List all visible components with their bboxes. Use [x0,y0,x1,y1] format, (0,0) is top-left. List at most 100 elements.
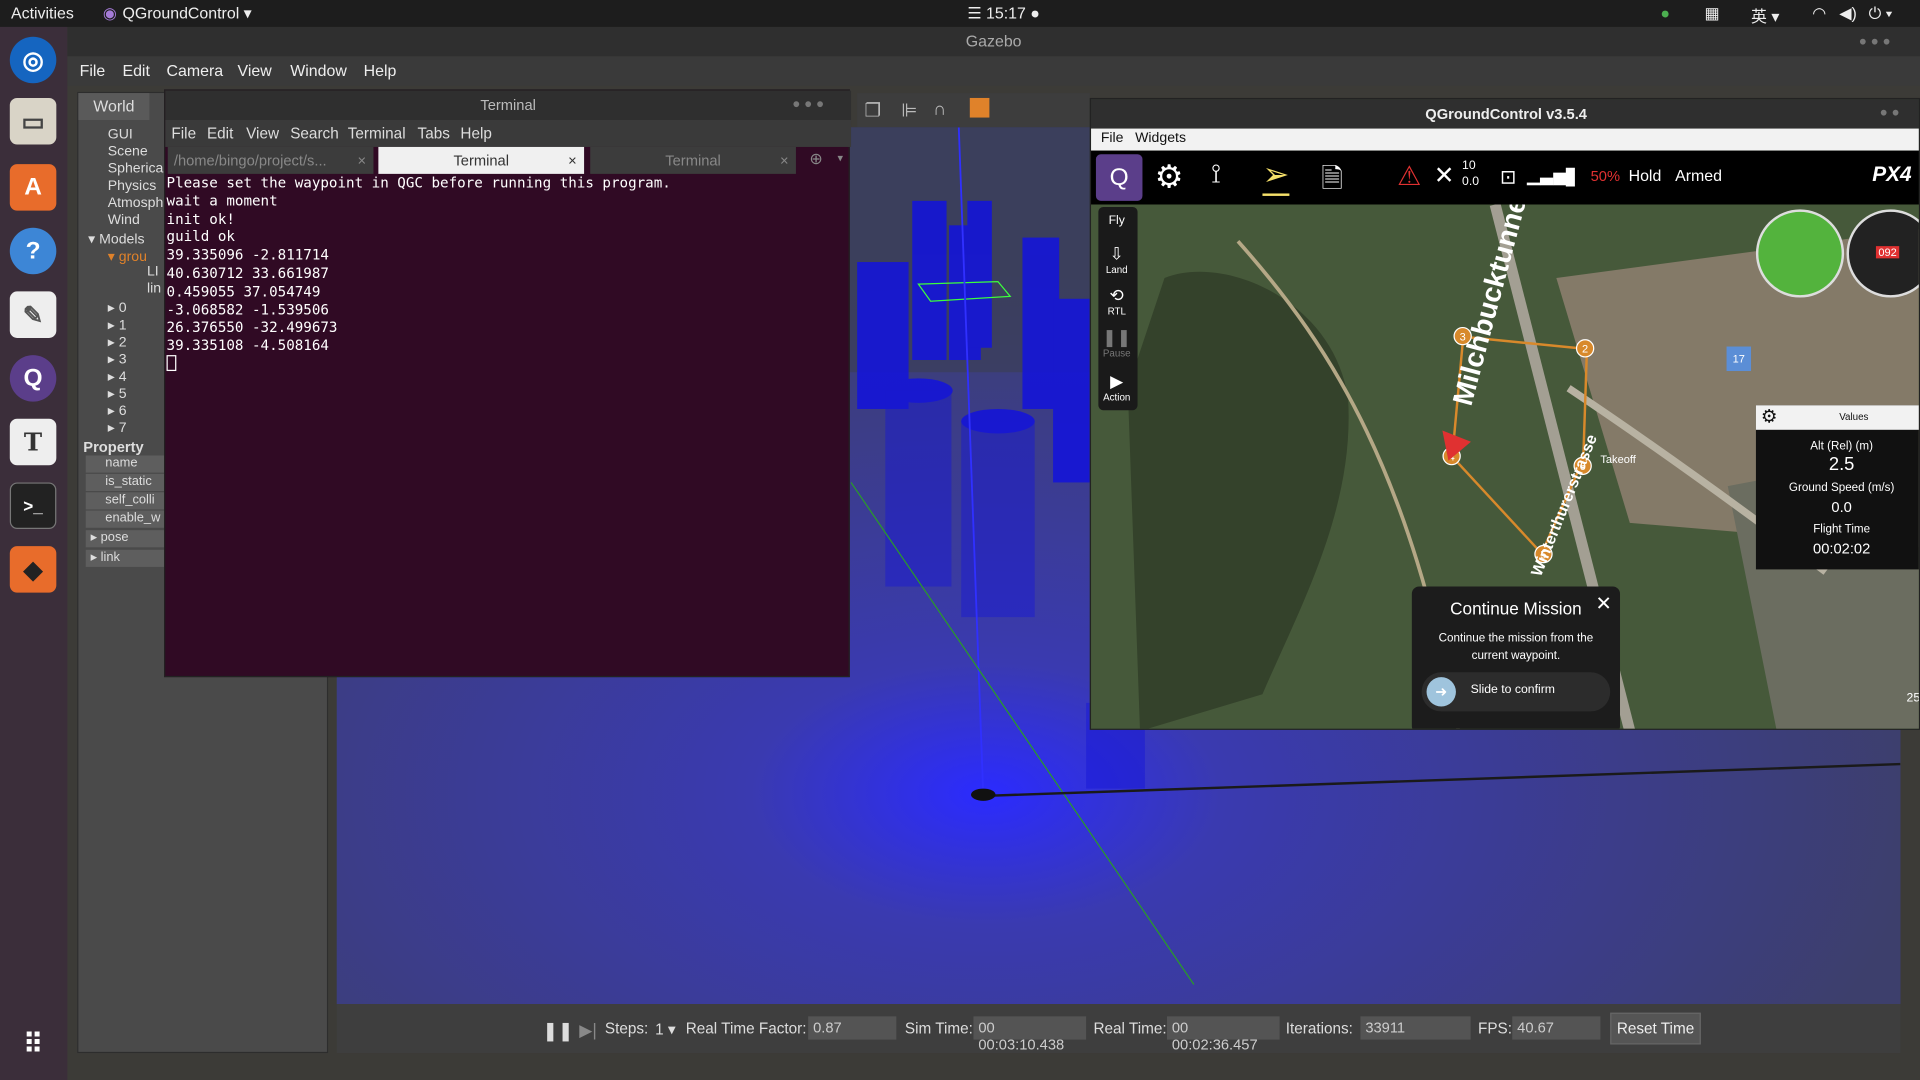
close-icon[interactable]: × [568,147,577,174]
tree-item-1[interactable]: ▸ 1 [108,316,127,333]
typora-icon[interactable]: T [9,418,57,466]
volume-icon[interactable]: ◀) [1839,4,1857,24]
wifi-icon[interactable]: ◠ [1812,4,1826,24]
gz-menu-window[interactable]: Window [290,61,347,79]
tree-wind[interactable]: Wind [108,213,140,228]
close-icon[interactable]: ✕ [1596,591,1612,615]
app-menu[interactable]: QGroundControl ▾ [122,4,251,24]
gz-menu-camera[interactable]: Camera [167,61,224,79]
settings-gear-icon[interactable]: ⚙ [1155,158,1184,196]
qgc-logo-icon[interactable]: Q [1095,154,1143,201]
warning-icon[interactable]: ⚠ [1397,160,1421,192]
tree-item-7[interactable]: ▸ 7 [108,419,127,436]
chromium-icon[interactable]: ◎ [9,36,57,84]
snap-icon[interactable]: ∩ [933,99,946,120]
help-icon[interactable]: ? [9,227,57,275]
keyboard-icon[interactable]: ▦ [1705,4,1720,24]
align-icon[interactable]: ⊫ [901,99,917,121]
close-icon[interactable]: × [358,147,367,174]
terminal-tab-2[interactable]: Terminal × [378,146,585,174]
copy-icon[interactable]: ❐ [864,99,880,121]
software-center-icon[interactable]: A [9,164,57,211]
input-method[interactable]: 英 ▾ [1751,4,1779,27]
waypoint-marker[interactable]: 2 [1575,339,1595,358]
rc-icon[interactable]: ⊡ [1500,165,1516,189]
prop-is-static[interactable]: is_static [85,473,167,492]
files-icon[interactable]: ▭ [9,97,57,145]
reset-time-button[interactable]: Reset Time [1610,1012,1701,1045]
term-menu-file[interactable]: File [171,125,196,142]
gazebo-window-controls[interactable]: ● ● ● [1859,34,1891,49]
view-angle-icon[interactable] [969,97,990,118]
power-icon[interactable]: ⏻ ▾ [1869,4,1893,24]
term-menu-tabs[interactable]: Tabs [418,125,450,142]
gz-menu-edit[interactable]: Edit [122,61,149,79]
tree-model-ground[interactable]: ▾ grou [108,247,147,265]
tree-item-2[interactable]: ▸ 2 [108,333,127,351]
qgc-menu-widgets[interactable]: Widgets [1135,131,1186,146]
tree-item-6[interactable]: ▸ 6 [108,402,127,419]
action-button[interactable]: ▶ Action [1100,371,1134,403]
tree-item-5[interactable]: ▸ 5 [108,384,127,402]
tree-model-sub-0[interactable]: LI [147,264,159,279]
gazebo-icon[interactable]: ◆ [9,546,57,593]
tree-item-4[interactable]: ▸ 4 [108,367,127,385]
flight-mode[interactable]: Hold [1629,167,1662,185]
world-tab[interactable]: World [78,93,150,121]
fly-paper-plane-icon[interactable]: ➢ [1262,156,1290,196]
update-icon[interactable]: ● [1660,4,1670,22]
clock[interactable]: ☰ 15:17 ● [967,4,1040,24]
text-editor-icon[interactable]: ✎ [9,291,57,338]
tree-physics[interactable]: Physics [108,179,157,194]
prop-link[interactable]: ▸ link [85,549,167,567]
terminal-window-controls[interactable]: ● ● ● [792,97,824,112]
qgc-menu-file[interactable]: File [1101,131,1124,146]
terminal-tab-3[interactable]: Terminal × [590,146,796,174]
close-icon[interactable]: × [780,147,789,174]
qgc-map[interactable]: Fly ⇩ Land ⟲ RTL ❚❚ Pause ▶ Action 2 3 4 5 6… [1091,204,1919,729]
show-apps-icon[interactable]: ⠿ [10,1021,57,1068]
pause-icon[interactable]: ❚❚ [542,1020,573,1042]
term-menu-search[interactable]: Search [290,125,339,142]
tree-scene[interactable]: Scene [108,144,148,159]
slide-to-confirm[interactable]: ➜ Slide to confirm [1421,672,1611,712]
prop-name[interactable]: name [85,455,167,473]
slider-arrow-icon[interactable]: ➜ [1426,677,1456,707]
tree-item-3[interactable]: ▸ 3 [108,350,127,368]
qgc-window-controls[interactable]: ● ● [1880,105,1900,120]
tree-item-0[interactable]: ▸ 0 [108,299,127,316]
analyze-icon[interactable]: 🗎 [1321,158,1343,205]
tree-atmosphere[interactable]: Atmosph [108,196,164,211]
battery-icon[interactable]: ▮ [1564,160,1577,191]
gz-menu-view[interactable]: View [238,61,272,79]
qgroundcontrol-icon[interactable]: Q [9,355,57,402]
prop-self-collide[interactable]: self_colli [85,492,167,510]
tree-models[interactable]: ▾ Models [88,230,144,248]
term-menu-view[interactable]: View [246,125,279,142]
tab-menu-icon[interactable]: ▾ [838,152,844,165]
map-badge[interactable]: 17 [1726,346,1752,372]
step-icon[interactable]: ▶| [579,1020,597,1041]
values-gear-icon[interactable]: ⚙ [1761,407,1777,428]
term-menu-terminal[interactable]: Terminal [348,125,406,142]
new-tab-icon[interactable]: ⊕ [809,149,822,169]
plan-waypoint-icon[interactable]: ⟟ [1211,158,1221,190]
activities-button[interactable]: Activities [11,4,74,22]
tree-spherical[interactable]: Spherica [108,162,164,177]
rtl-button[interactable]: ⟲ RTL [1100,285,1134,317]
terminal-icon[interactable]: >_ [9,482,57,529]
prop-enable-wind[interactable]: enable_w [85,510,167,528]
tree-model-sub-1[interactable]: lin [147,282,161,297]
steps-select[interactable]: 1 ▾ [655,1020,675,1038]
term-menu-edit[interactable]: Edit [207,125,233,142]
terminal-tab-1[interactable]: /home/bingo/project/s... × [167,146,374,174]
tree-gui[interactable]: GUI [108,127,133,142]
term-menu-help[interactable]: Help [460,125,491,142]
land-button[interactable]: ⇩ Land [1100,244,1134,276]
terminal-output[interactable]: Please set the waypoint in QGC before ru… [166,174,848,676]
gz-menu-help[interactable]: Help [364,61,397,79]
armed-status[interactable]: Armed [1675,167,1722,185]
gps-satellite-icon[interactable]: ✕ [1434,160,1455,191]
prop-pose[interactable]: ▸ pose [85,530,167,548]
gz-menu-file[interactable]: File [80,61,106,79]
